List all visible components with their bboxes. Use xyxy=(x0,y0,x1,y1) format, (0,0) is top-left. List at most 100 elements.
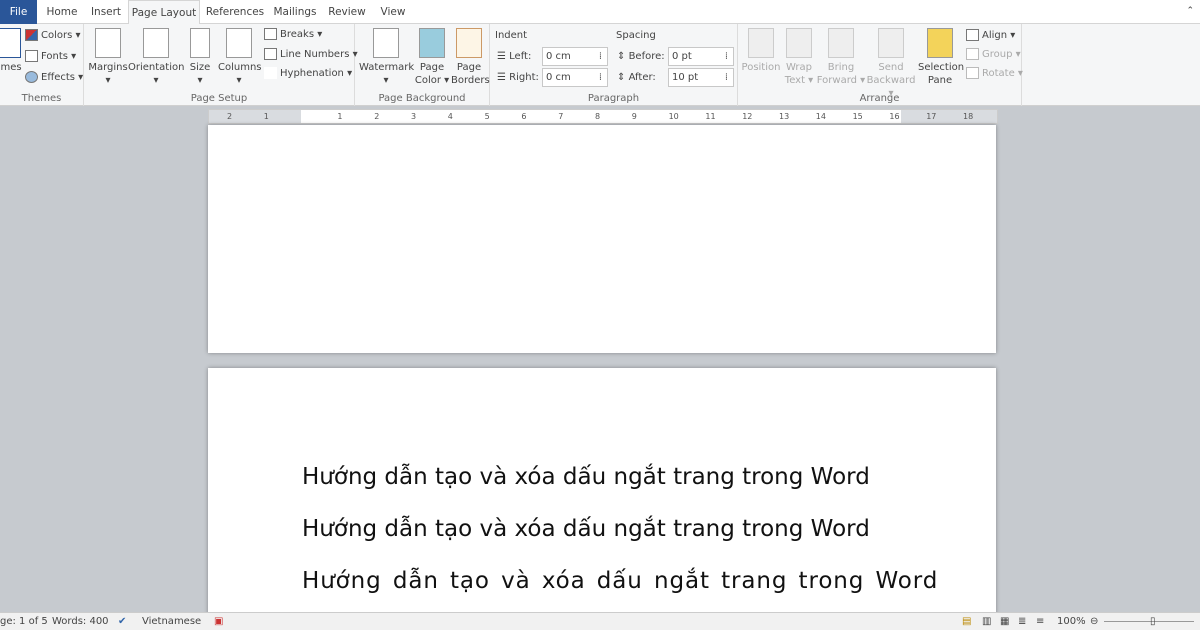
fonts-button[interactable]: Fonts ▾ xyxy=(25,50,76,62)
ruler-tick-label: 10 xyxy=(668,112,679,121)
line-numbers-label: Line Numbers ▾ xyxy=(280,49,358,60)
spacing-after-input[interactable]: 10 pt xyxy=(668,68,734,87)
margins-button[interactable]: Margins ▾ xyxy=(88,28,128,87)
proofing-icon[interactable]: ✔ xyxy=(118,613,126,630)
breaks-label: Breaks ▾ xyxy=(280,29,323,40)
zoom-slider[interactable] xyxy=(1104,621,1194,622)
arrange-group: Position Wrap Text ▾ Bring Forward ▾ Sen… xyxy=(738,24,1023,106)
themes-label: emes xyxy=(0,62,22,73)
tab-page-layout[interactable]: Page Layout xyxy=(128,0,200,25)
ruler-tick-label: 2 xyxy=(227,112,233,121)
ruler-tick-label: 16 xyxy=(889,112,900,121)
zoom-level[interactable]: 100% xyxy=(1057,613,1086,630)
bring-forward-icon xyxy=(828,28,854,58)
ribbon-tabs: File Home Insert Page Layout References … xyxy=(0,0,1200,25)
text-line[interactable]: Hướng dẫn tạo và xóa dấu ngắt trang tron… xyxy=(302,568,938,594)
fonts-icon xyxy=(25,50,38,62)
word-count[interactable]: Words: 400 xyxy=(52,613,109,630)
position-label: Position xyxy=(741,62,781,73)
draft-view-icon[interactable]: ≡ xyxy=(1036,613,1044,630)
page-background-group: Watermark ▾ Page Color ▾ Page Borders Pag… xyxy=(355,24,490,106)
themes-icon xyxy=(0,28,21,58)
columns-icon xyxy=(226,28,252,58)
watermark-button[interactable]: Watermark ▾ xyxy=(359,28,415,87)
align-button[interactable]: Align ▾ xyxy=(966,29,1015,41)
tab-mailings[interactable]: Mailings xyxy=(272,0,318,24)
text-line[interactable]: Hướng dẫn tạo và xóa dấu ngắt trang tron… xyxy=(302,464,870,490)
horizontal-ruler[interactable]: 2112345678910111213141516171819 xyxy=(208,109,998,124)
selection-pane-label: Selection Pane xyxy=(918,62,965,86)
page-setup-group-label: Page Setup xyxy=(190,93,248,104)
tab-insert[interactable]: Insert xyxy=(86,0,126,24)
position-button[interactable]: Position xyxy=(740,28,782,74)
language[interactable]: Vietnamese xyxy=(142,613,201,630)
rotate-icon xyxy=(966,67,979,79)
group-button[interactable]: Group ▾ xyxy=(966,48,1021,60)
margins-icon xyxy=(95,28,121,58)
group-icon xyxy=(966,48,979,60)
ruler-tick-label: 18 xyxy=(963,112,974,121)
zoom-slider-thumb[interactable]: ▯ xyxy=(1150,613,1156,630)
bring-forward-button[interactable]: Bring Forward ▾ xyxy=(816,28,866,87)
colors-button[interactable]: Colors ▾ xyxy=(25,29,81,41)
ruler-tick-label: 7 xyxy=(558,112,564,121)
rotate-button[interactable]: Rotate ▾ xyxy=(966,67,1023,79)
full-screen-view-icon[interactable]: ▥ xyxy=(982,613,991,630)
text-line[interactable]: Hướng dẫn tạo và xóa dấu ngắt trang tron… xyxy=(302,516,870,542)
orientation-button[interactable]: Orientation ▾ xyxy=(128,28,184,87)
tab-view[interactable]: View xyxy=(376,0,410,24)
collapse-ribbon-icon[interactable]: ⌃ xyxy=(1186,6,1194,16)
send-backward-button[interactable]: Send Backward ▾ xyxy=(866,28,916,100)
tab-review[interactable]: Review xyxy=(326,0,368,24)
hyphenation-label: Hyphenation ▾ xyxy=(280,68,353,79)
indent-right-input[interactable]: 0 cm xyxy=(542,68,608,87)
zoom-out-icon[interactable]: ⊖ xyxy=(1090,613,1098,630)
position-icon xyxy=(748,28,774,58)
orientation-label: Orientation xyxy=(128,62,185,73)
themes-button[interactable]: emes xyxy=(0,28,22,74)
ruler-tick-label: 3 xyxy=(411,112,417,121)
paragraph-group-label: Paragraph xyxy=(587,93,640,104)
group-label: Group ▾ xyxy=(982,49,1021,60)
fonts-label: Fonts ▾ xyxy=(41,51,77,62)
effects-button[interactable]: Effects ▾ xyxy=(25,71,83,83)
spacing-heading: Spacing xyxy=(616,30,656,41)
ruler-tick-label: 2 xyxy=(374,112,380,121)
breaks-button[interactable]: Breaks ▾ xyxy=(264,28,322,40)
ruler-tick-label: 11 xyxy=(705,112,716,121)
size-button[interactable]: Size ▾ xyxy=(186,28,214,87)
ruler-tick-label: 14 xyxy=(815,112,826,121)
line-numbers-button[interactable]: Line Numbers ▾ xyxy=(264,48,358,60)
document-page-2[interactable]: Hướng dẫn tạo và xóa dấu ngắt trang tron… xyxy=(208,368,996,618)
ruler-tick-label: 9 xyxy=(631,112,637,121)
indent-heading: Indent xyxy=(495,30,528,41)
wrap-text-button[interactable]: Wrap Text ▾ xyxy=(782,28,816,87)
tab-file[interactable]: File xyxy=(0,0,37,24)
spacing-before-input[interactable]: 0 pt xyxy=(668,47,734,66)
hyphenation-icon xyxy=(264,67,277,79)
spacing-before-label: ⇕ Before: xyxy=(617,51,665,62)
page-borders-button[interactable]: Page Borders xyxy=(451,28,490,87)
page-color-button[interactable]: Page Color ▾ xyxy=(413,28,451,87)
macro-icon[interactable]: ▣ xyxy=(214,613,223,630)
line-numbers-icon xyxy=(264,48,277,60)
page-color-label: Page Color ▾ xyxy=(414,62,450,86)
outline-view-icon[interactable]: ≣ xyxy=(1018,613,1026,630)
hyphenation-button[interactable]: Hyphenation ▾ xyxy=(264,67,352,79)
watermark-label: Watermark xyxy=(359,62,415,73)
indent-left-label: ☰ Left: xyxy=(497,51,532,62)
document-page-1[interactable] xyxy=(208,125,996,353)
tab-references[interactable]: References xyxy=(204,0,266,24)
page-count[interactable]: ge: 1 of 5 xyxy=(0,613,48,630)
page-borders-icon xyxy=(456,28,482,58)
align-icon xyxy=(966,29,979,41)
web-layout-view-icon[interactable]: ▦ xyxy=(1000,613,1009,630)
indent-left-input[interactable]: 0 cm xyxy=(542,47,608,66)
selection-pane-button[interactable]: Selection Pane xyxy=(918,28,965,87)
print-layout-view-icon[interactable]: ▤ xyxy=(962,613,971,630)
tab-home[interactable]: Home xyxy=(44,0,80,24)
columns-button[interactable]: Columns ▾ xyxy=(218,28,262,87)
spacing-after-label: ⇕ After: xyxy=(617,72,656,83)
page-borders-label: Page Borders xyxy=(451,62,490,86)
effects-label: Effects ▾ xyxy=(41,72,84,83)
